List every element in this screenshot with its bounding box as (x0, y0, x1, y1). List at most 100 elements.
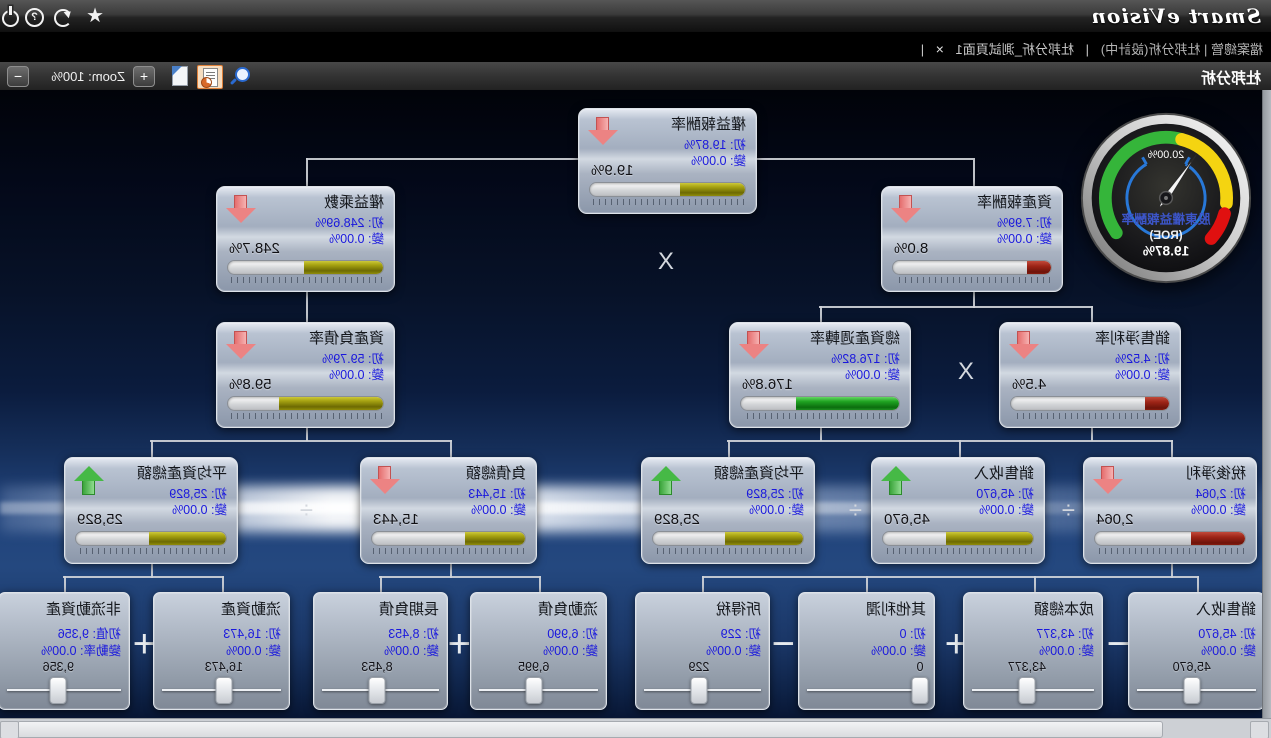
slider-thumb[interactable] (369, 677, 386, 704)
page-tab[interactable]: | 杜邦分析_測試頁面1 × | (917, 39, 1093, 58)
connector-line (306, 158, 582, 160)
node-asset-turnover[interactable]: 總資產週轉率 初: 176.82% 變: 0.00% 176.8% (729, 322, 911, 428)
change-value: 變: 0.00% (997, 228, 1052, 247)
search-tool-icon[interactable] (228, 65, 252, 87)
horizontal-scrollbar[interactable] (0, 718, 1271, 738)
trend-up-icon (881, 465, 911, 496)
value-slider[interactable]: 0 (807, 689, 926, 691)
change-value: 變: 0.00% (871, 640, 926, 659)
node-title: 負債總額 (466, 462, 526, 483)
report-tool-icon[interactable] (197, 65, 223, 89)
node-leaf-total-cost[interactable]: 成本總額 初: 43,377 變: 0.00% 43,377 (963, 592, 1103, 710)
node-title: 銷售收入 (974, 462, 1034, 483)
favorite-star-icon[interactable]: ★ (85, 6, 105, 26)
slider-thumb[interactable] (912, 677, 929, 704)
node-debt-ratio[interactable]: 資產負債率 初: 59.79% 變: 0.00% 59.8% (216, 322, 395, 428)
connector-line (306, 426, 308, 441)
divide-operator: ÷ (300, 497, 313, 525)
ruler-ticks (591, 199, 744, 205)
progress-fill (680, 183, 745, 196)
roe-gauge[interactable]: 20.00% 股東權益報酬率 (ROE) 19.87% (1078, 110, 1254, 286)
value-slider[interactable]: 6,995 (479, 689, 598, 691)
app-window: Smart eVision ★ ? 檔案總管 | 杜邦分析(設計中) | 杜邦分… (0, 0, 1271, 738)
value-slider[interactable]: 9,356 (7, 689, 121, 691)
progress-bar (589, 182, 746, 197)
dupont-canvas[interactable]: 20.00% 股東權益報酬率 (ROE) 19.87% (0, 90, 1271, 718)
node-title: 流動負債 (538, 598, 598, 619)
connector-line (150, 440, 452, 442)
connector-line (379, 576, 541, 578)
slider-thumb[interactable] (525, 677, 542, 704)
node-title: 平均資產總額 (137, 462, 227, 483)
node-roe[interactable]: 權益報酬率 初: 19.87% 變: 0.00% 19.9% (578, 108, 757, 214)
current-value: 19.9% (591, 162, 634, 179)
connector-line (728, 440, 730, 457)
node-avg-assets-right[interactable]: 平均資產總額 初: 25,829 變: 0.00% 25,829 (641, 457, 815, 564)
breadcrumb[interactable]: 檔案總管 | 杜邦分析(設計中) (1101, 39, 1263, 58)
progress-bar (1094, 531, 1246, 546)
node-title: 權益報酬率 (671, 113, 746, 134)
node-leaf-longterm-liabilities[interactable]: 長期負債 初: 8,453 變: 0.00% 8,453 (313, 592, 448, 710)
new-page-tool-icon[interactable] (167, 65, 191, 87)
node-net-margin[interactable]: 銷售淨利率 初: 4.52% 變: 0.00% 4.5% (999, 322, 1181, 428)
node-title: 總資產週轉率 (810, 327, 900, 348)
node-title: 權益乘數 (324, 191, 384, 212)
ruler-ticks (654, 548, 802, 554)
node-sales-revenue-mid[interactable]: 銷售收入 初: 45,670 變: 0.00% 45,670 (871, 457, 1045, 564)
progress-bar (652, 531, 804, 546)
value-slider[interactable]: 229 (644, 689, 761, 691)
pie-chart-icon (201, 77, 212, 88)
slider-value: 8,453 (361, 660, 392, 674)
node-net-profit[interactable]: 稅後淨利 初: 2,064 變: 0.00% 2,064 (1083, 457, 1257, 564)
node-title: 流動資產 (221, 598, 281, 619)
connector-line (702, 576, 704, 592)
tab-close-icon[interactable]: × (936, 41, 944, 57)
tab-label[interactable]: 杜邦分析_測試頁面1 (956, 42, 1074, 57)
node-leaf-noncurrent-assets[interactable]: 非流動資產 初值: 9,356 變動率: 0.00% 9,356 (0, 592, 130, 710)
node-leaf-sales-revenue[interactable]: 銷售收入 初: 45,670 變: 0.00% 45,670 (1128, 592, 1265, 710)
slider-thumb[interactable] (215, 677, 232, 704)
divide-operator: ÷ (1062, 497, 1075, 525)
connector-line (702, 576, 1199, 578)
page-icon (172, 66, 188, 86)
node-leaf-current-liabilities[interactable]: 流動負債 初: 6,990 變: 0.00% 6,995 (470, 592, 607, 710)
help-icon[interactable]: ? (25, 8, 44, 27)
change-value: 變: 0.00% (1115, 364, 1170, 383)
node-avg-assets-left[interactable]: 平均資產總額 初: 25,829 變: 0.00% 25,829 (64, 457, 238, 564)
node-title: 資產負債率 (309, 327, 384, 348)
slider-track (807, 689, 926, 691)
node-equity-multiplier[interactable]: 權益乘數 初: 248.69% 變: 0.00% 248.7% (216, 186, 395, 292)
scrollbar-thumb[interactable] (17, 721, 1163, 738)
value-slider[interactable]: 8,453 (322, 689, 439, 691)
scroll-right-button[interactable] (0, 721, 19, 738)
value-slider[interactable]: 43,377 (972, 689, 1094, 691)
vertical-scrollbar[interactable] (1262, 90, 1271, 718)
node-total-liabilities[interactable]: 負債總額 初: 15,443 變: 0.00% 15,443 (360, 457, 537, 564)
node-roa[interactable]: 資產報酬率 初: 7.99% 變: 0.00% 8.0% (881, 186, 1063, 292)
gauge-svg: 20.00% 股東權益報酬率 (ROE) 19.87% (1078, 110, 1254, 286)
slider-thumb[interactable] (1183, 677, 1200, 704)
connector-line (1171, 440, 1173, 457)
change-value: 變: 0.00% (543, 640, 598, 659)
change-value: 變: 0.00% (1039, 640, 1094, 659)
connector-line (64, 576, 66, 592)
slider-value: 229 (689, 660, 710, 674)
scroll-left-button[interactable] (1250, 721, 1269, 738)
value-slider[interactable]: 16,473 (162, 689, 281, 691)
trend-up-icon (74, 465, 104, 496)
slider-thumb[interactable] (1018, 677, 1035, 704)
node-leaf-income-tax[interactable]: 所得稅 初: 229 變: 0.00% 229 (635, 592, 770, 710)
node-leaf-current-assets[interactable]: 流動資產 初: 16,473 變: 0.00% 16,473 (153, 592, 290, 710)
magnifier-icon (235, 67, 250, 82)
value-slider[interactable]: 45,670 (1137, 689, 1256, 691)
add-operator: + (448, 622, 471, 667)
node-leaf-other-profit[interactable]: 其他利潤 初: 0 變: 0.00% 0 (798, 592, 935, 710)
zoom-out-button[interactable]: − (7, 66, 29, 87)
slider-thumb[interactable] (50, 677, 67, 704)
gauge-value: 19.87% (1143, 244, 1189, 259)
zoom-in-button[interactable]: + (133, 66, 155, 87)
change-value: 變: 0.00% (691, 150, 746, 169)
power-icon[interactable] (2, 10, 19, 27)
refresh-icon[interactable] (54, 9, 72, 27)
slider-thumb[interactable] (691, 677, 708, 704)
